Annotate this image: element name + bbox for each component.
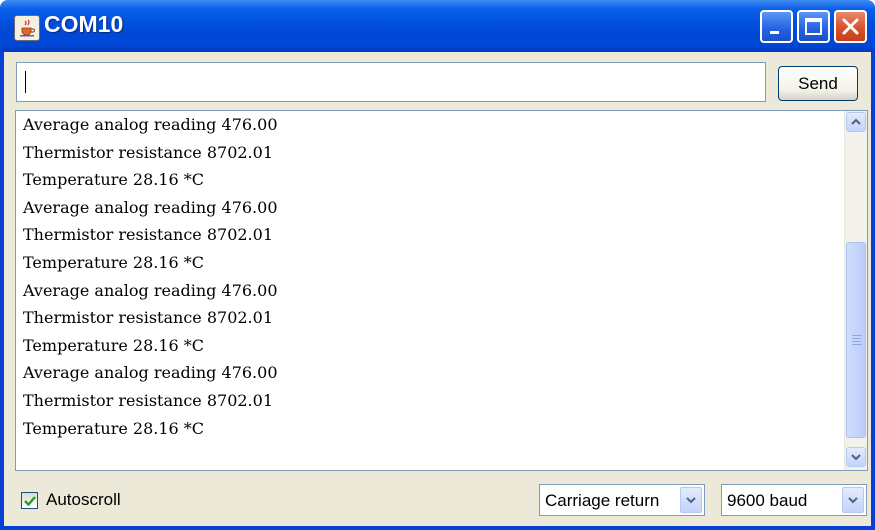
minimize-button[interactable] — [760, 10, 793, 43]
vertical-scrollbar[interactable] — [844, 111, 867, 470]
output-line: Temperature 28.16 *C — [23, 170, 205, 190]
send-button[interactable]: Send — [778, 66, 858, 101]
chevron-up-icon — [851, 118, 861, 125]
chevron-down-icon — [848, 497, 858, 504]
output-line: Temperature 28.16 *C — [23, 252, 205, 272]
autoscroll-label[interactable]: Autoscroll — [46, 490, 121, 510]
output-line: Temperature 28.16 *C — [23, 335, 205, 355]
output-line: Average analog reading 476.00 — [23, 280, 278, 300]
line-ending-value: Carriage return — [545, 491, 660, 510]
serial-monitor-window: COM10 Send Average analog reading 476.00… — [0, 0, 875, 530]
autoscroll-checkbox[interactable] — [21, 492, 38, 509]
window-title: COM10 — [44, 11, 124, 37]
maximize-icon — [805, 18, 822, 35]
output-line: Average analog reading 476.00 — [23, 197, 278, 217]
chevron-down-icon — [686, 497, 696, 504]
line-ending-select[interactable]: Carriage return — [539, 484, 705, 516]
grip-line — [852, 341, 861, 342]
output-line: Thermistor resistance 8702.01 — [23, 390, 273, 410]
title-bar[interactable]: COM10 — [0, 0, 875, 52]
baud-rate-select[interactable]: 9600 baud — [721, 484, 867, 516]
grip-line — [852, 344, 861, 345]
output-line: Average analog reading 476.00 — [23, 363, 278, 383]
grip-line — [852, 335, 861, 336]
scroll-down-button[interactable] — [846, 447, 866, 467]
scroll-up-button[interactable] — [846, 112, 866, 132]
chevron-down-icon — [851, 454, 861, 461]
baud-rate-value: 9600 baud — [727, 491, 808, 510]
grip-line — [852, 338, 861, 339]
send-row: Send — [16, 62, 867, 106]
serial-input[interactable] — [16, 62, 766, 102]
checkmark-icon — [24, 496, 36, 507]
text-cursor — [25, 71, 26, 93]
maximize-button[interactable] — [797, 10, 830, 43]
close-button[interactable] — [834, 10, 867, 43]
java-cup-icon — [14, 15, 40, 41]
close-icon — [842, 18, 859, 35]
output-line: Thermistor resistance 8702.01 — [23, 308, 273, 328]
dropdown-button[interactable] — [842, 487, 864, 513]
dropdown-button[interactable] — [680, 487, 702, 513]
output-lines: Average analog reading 476.00 Thermistor … — [23, 111, 278, 442]
output-line: Thermistor resistance 8702.01 — [23, 142, 273, 162]
serial-output[interactable]: Average analog reading 476.00 Thermistor … — [15, 110, 868, 471]
output-line: Average analog reading 476.00 — [23, 115, 278, 134]
scroll-thumb[interactable] — [846, 242, 866, 438]
output-line: Temperature 28.16 *C — [23, 418, 205, 438]
minimize-icon — [770, 31, 779, 34]
status-bar: Autoscroll Carriage return 9600 baud — [16, 478, 867, 518]
output-line: Thermistor resistance 8702.01 — [23, 225, 273, 245]
